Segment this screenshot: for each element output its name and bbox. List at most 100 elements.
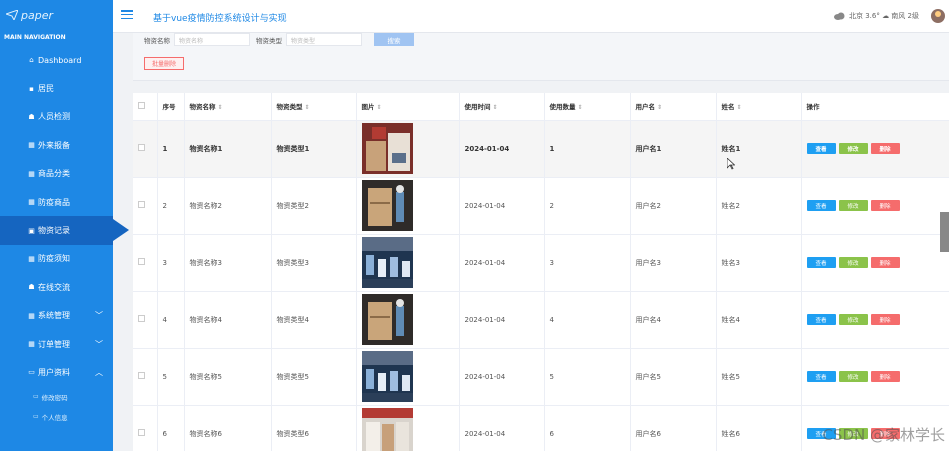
delete-button[interactable]: 删除: [870, 200, 900, 211]
row-actions: 查看 修改 删除: [806, 371, 949, 382]
view-button[interactable]: 查看: [806, 143, 836, 154]
grid-icon: ▦: [28, 254, 35, 263]
sidebar-item[interactable]: ▣ 物资记录: [0, 216, 129, 245]
table-row[interactable]: 5 物资名称5 物资类型5 2024-01-04 5 用户名5 姓名5 查看 修改 删除: [133, 348, 949, 406]
user-avatar[interactable]: [931, 9, 945, 23]
col-time[interactable]: 使用时间 ⇕: [459, 93, 545, 121]
cell-realname: 姓名6: [716, 405, 802, 451]
cell-image: [356, 291, 460, 349]
item-thumbnail[interactable]: [361, 237, 413, 288]
chevron-down-icon: ﹀: [95, 311, 103, 321]
row-checkbox-cell: [133, 177, 158, 235]
row-checkbox[interactable]: [138, 372, 145, 379]
person-icon: ☗: [28, 283, 35, 292]
sidebar-item[interactable]: ▪ 居民: [0, 74, 113, 102]
sidebar-item-label: 订单管理: [38, 339, 70, 349]
sidebar-item[interactable]: ▦ 外来报备: [0, 131, 113, 159]
item-thumbnail[interactable]: [361, 351, 413, 402]
row-checkbox[interactable]: [138, 201, 145, 208]
table-row[interactable]: 3 物资名称3 物资类型3 2024-01-04 3 用户名3 姓名3 查看 修改 删除: [133, 234, 949, 292]
name-search-input[interactable]: 物资名称: [174, 33, 250, 46]
edit-button[interactable]: 修改: [838, 257, 868, 268]
sidebar-item[interactable]: ▦ 订单管理 ﹀: [0, 330, 113, 358]
paper-plane-icon: [6, 10, 18, 20]
table-body: 1 物资名称1 物资类型1 2024-01-04 1 用户名1 姓名1 查看 修改 删除 2 物资名称…: [133, 120, 949, 451]
row-checkbox-cell: [133, 120, 158, 178]
cell-realname: 姓名4: [716, 291, 802, 349]
item-thumbnail[interactable]: [361, 123, 413, 174]
grid-icon: ▦: [28, 340, 35, 349]
item-thumbnail[interactable]: [361, 408, 413, 451]
sidebar-item[interactable]: ▭ 用户资料 ︿: [0, 358, 113, 386]
edit-button[interactable]: 修改: [838, 371, 868, 382]
row-checkbox[interactable]: [138, 258, 145, 265]
sidebar-item[interactable]: ▦ 防疫须知: [0, 245, 113, 273]
grid-icon: ▦: [28, 198, 35, 207]
cell-image: [356, 177, 460, 235]
sidebar-item-label: 物资记录: [38, 226, 70, 236]
col-name[interactable]: 物资名称 ⇕: [184, 93, 272, 121]
row-checkbox-cell: [133, 348, 158, 406]
sidebar-item-label: 用户资料: [38, 367, 70, 377]
grid-icon: ▦: [28, 169, 35, 178]
cell-actions: 查看 修改 删除: [801, 177, 949, 235]
batch-delete-button[interactable]: 批量删除: [144, 57, 184, 70]
delete-button[interactable]: 删除: [870, 143, 900, 154]
edit-button[interactable]: 修改: [838, 143, 868, 154]
col-count[interactable]: 使用数量 ⇕: [544, 93, 631, 121]
edit-button[interactable]: 修改: [838, 200, 868, 211]
cell-type: 物资类型5: [271, 348, 357, 406]
col-realname[interactable]: 姓名 ⇕: [716, 93, 802, 121]
delete-button[interactable]: 删除: [870, 371, 900, 382]
cell-count: 2: [544, 177, 631, 235]
cell-username: 用户名5: [630, 348, 717, 406]
logo[interactable]: paper: [0, 0, 113, 30]
data-table: 序号 物资名称 ⇕ 物资类型 ⇕ 图片 ⇕ 使用时间 ⇕ 使用数量 ⇕ 用户名 ⇕ 姓名 ⇕ …: [133, 93, 949, 451]
table-row[interactable]: 4 物资名称4 物资类型4 2024-01-04 4 用户名4 姓名4 查看 修改 删除: [133, 291, 949, 349]
table-row[interactable]: 1 物资名称1 物资类型1 2024-01-04 1 用户名1 姓名1 查看 修改 删除: [133, 120, 949, 178]
delete-button[interactable]: 删除: [870, 257, 900, 268]
sidebar-item[interactable]: ▦ 商品分类: [0, 160, 113, 188]
cell-image: [356, 348, 460, 406]
cell-count: 5: [544, 348, 631, 406]
row-checkbox[interactable]: [138, 315, 145, 322]
sidebar-item[interactable]: ▦ 防疫商品: [0, 188, 113, 216]
view-button[interactable]: 查看: [806, 200, 836, 211]
folder-icon: ▭: [28, 368, 35, 377]
row-checkbox[interactable]: [138, 429, 145, 436]
cell-username: 用户名4: [630, 291, 717, 349]
cell-realname: 姓名3: [716, 234, 802, 292]
col-type[interactable]: 物资类型 ⇕: [271, 93, 357, 121]
sidebar-subitem[interactable]: ▭ 个人信息: [0, 407, 113, 427]
view-button[interactable]: 查看: [806, 257, 836, 268]
menu-toggle-icon[interactable]: [121, 10, 133, 20]
cell-index: 3: [157, 234, 185, 292]
item-thumbnail[interactable]: [361, 180, 413, 231]
sidebar-subitem[interactable]: ▭ 修改密码: [0, 387, 113, 407]
type-search-input[interactable]: 物资类型: [286, 33, 362, 46]
cell-name: 物资名称2: [184, 177, 272, 235]
table-row[interactable]: 2 物资名称2 物资类型2 2024-01-04 2 用户名2 姓名2 查看 修改 删除: [133, 177, 949, 235]
search-button[interactable]: 搜索: [374, 33, 414, 46]
view-button[interactable]: 查看: [806, 371, 836, 382]
row-checkbox[interactable]: [138, 144, 145, 151]
col-image[interactable]: 图片 ⇕: [356, 93, 460, 121]
col-username[interactable]: 用户名 ⇕: [630, 93, 717, 121]
sidebar-item[interactable]: ☗ 在线交流: [0, 273, 113, 301]
item-thumbnail[interactable]: [361, 294, 413, 345]
delete-button[interactable]: 删除: [870, 314, 900, 325]
sidebar-item[interactable]: ☗ 人员检测: [0, 103, 113, 131]
edit-button[interactable]: 修改: [838, 314, 868, 325]
cloud-icon: [834, 12, 845, 20]
sidebar-item[interactable]: ⌂ Dashboard: [0, 46, 113, 74]
cell-name: 物资名称5: [184, 348, 272, 406]
view-button[interactable]: 查看: [806, 314, 836, 325]
cell-time: 2024-01-04: [459, 234, 545, 292]
sidebar-subitem-label: 个人信息: [41, 413, 68, 422]
sidebar-item[interactable]: ▦ 系统管理 ﹀: [0, 302, 113, 330]
cell-time: 2024-01-04: [459, 348, 545, 406]
select-all-checkbox[interactable]: [138, 101, 145, 109]
cell-count: 4: [544, 291, 631, 349]
page-scrollbar[interactable]: [940, 212, 949, 252]
cell-index: 6: [157, 405, 185, 451]
